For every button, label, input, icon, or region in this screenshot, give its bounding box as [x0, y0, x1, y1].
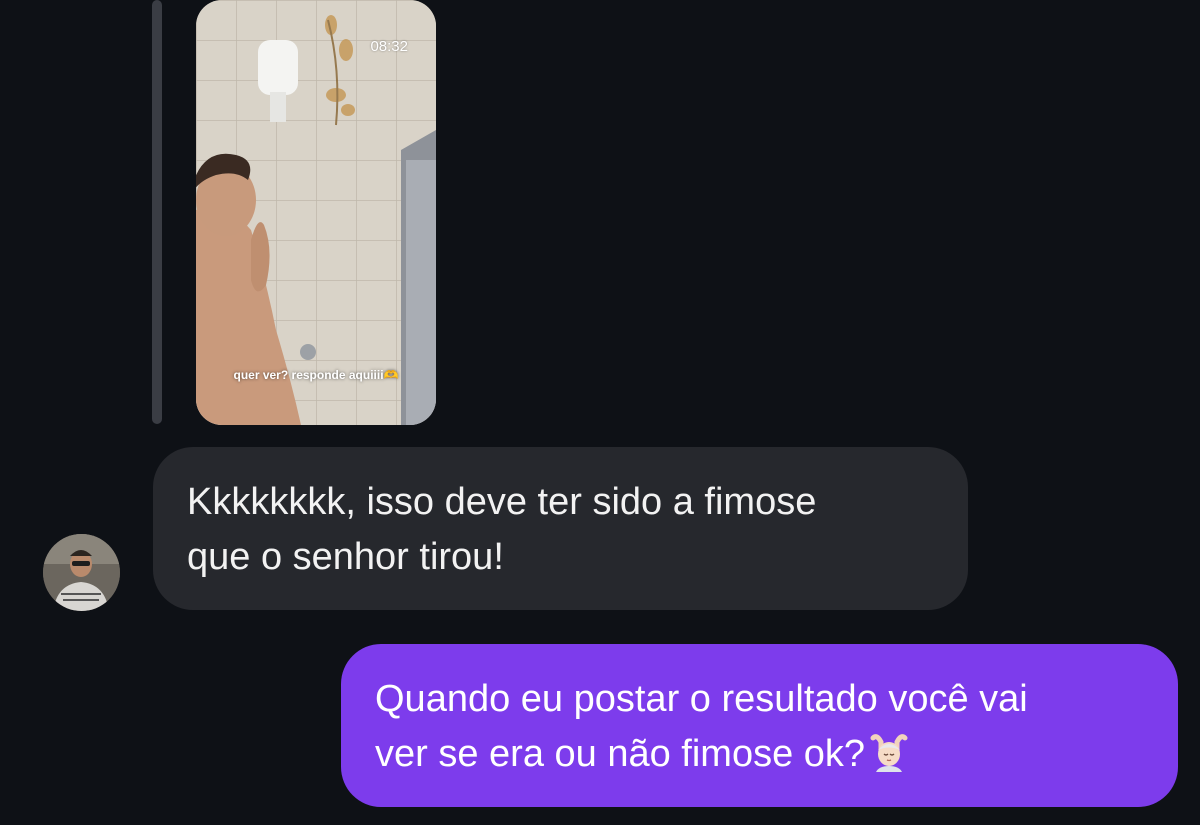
story-timestamp: 08:32 [370, 38, 408, 55]
incoming-message-line-2: que o senhor tirou! [187, 536, 504, 578]
chat-thread: 08:32 quer ver? responde aquiiii🫶 Kkkkkk… [0, 0, 1200, 825]
incoming-message-bubble[interactable]: Kkkkkkkk, isso deve ter sido a fimose qu… [153, 447, 968, 610]
outgoing-message-line-1: Quando eu postar o resultado você vai [375, 678, 1028, 720]
avatar-image [43, 534, 120, 611]
outgoing-message-bubble[interactable]: Quando eu postar o resultado você vai ve… [341, 644, 1178, 807]
story-caption: quer ver? responde aquiiii🫶 [233, 368, 399, 382]
avatar[interactable] [43, 534, 120, 611]
story-image [196, 0, 436, 425]
story-reply-indicator [152, 0, 162, 424]
incoming-message-line-1: Kkkkkkkk, isso deve ter sido a fimose [187, 481, 817, 523]
outgoing-message-line-2-wrap: ver se era ou não fimose ok? [375, 727, 1146, 788]
outgoing-message-line-2: ver se era ou não fimose ok? [375, 733, 866, 775]
story-reply-preview[interactable]: 08:32 quer ver? responde aquiiii🫶 [196, 0, 436, 425]
face-massage-emoji-icon [869, 732, 909, 788]
